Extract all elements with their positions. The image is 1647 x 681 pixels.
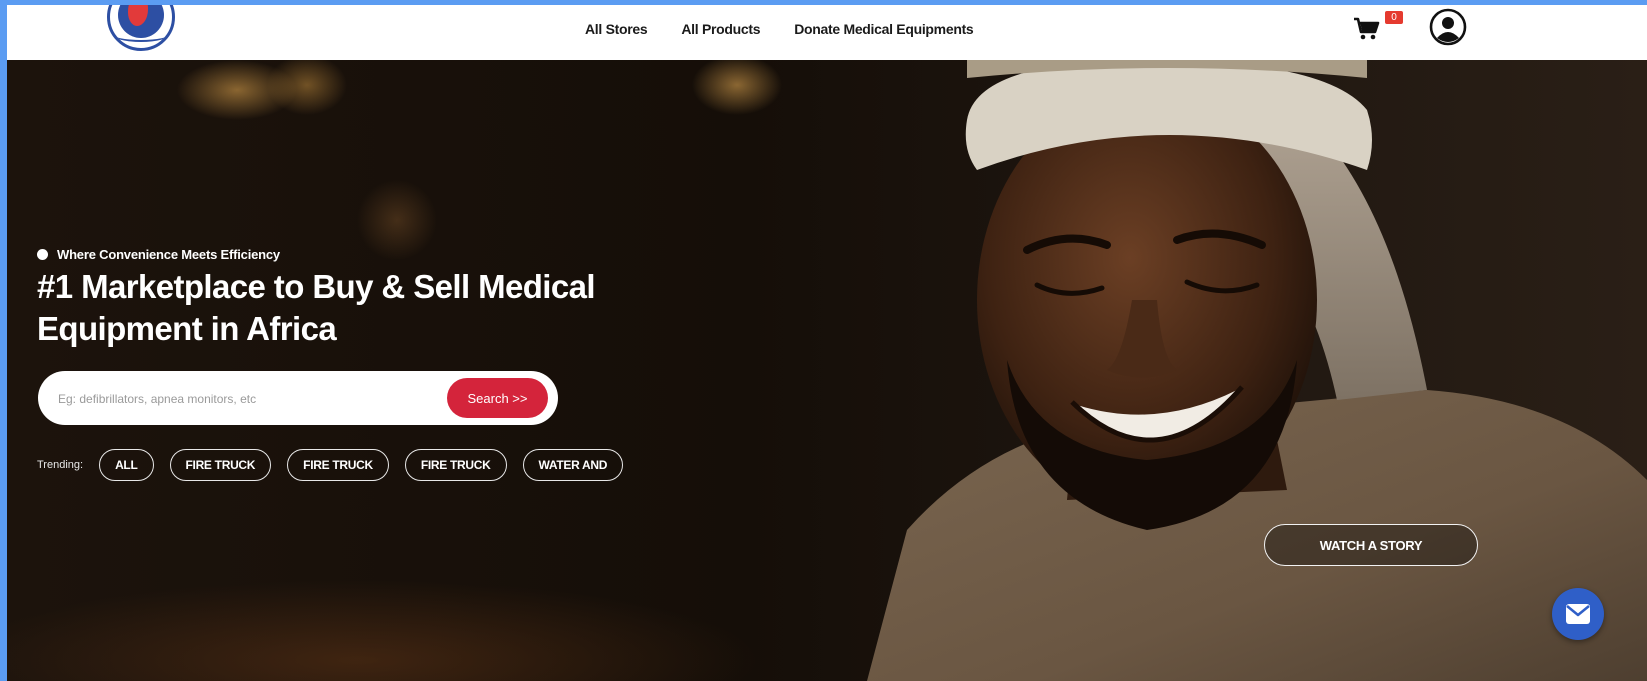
hero-banner: Where Convenience Meets Efficiency #1 Ma… — [7, 60, 1647, 681]
tagline-text: Where Convenience Meets Efficiency — [57, 247, 280, 262]
hero-person-image — [867, 60, 1647, 681]
nav-donate-medical-equipments[interactable]: Donate Medical Equipments — [794, 21, 974, 37]
trending-chip-water-and[interactable]: WATER AND — [522, 449, 624, 481]
trending-chip-fire-truck-2[interactable]: FIRE TRUCK — [287, 449, 389, 481]
trending-chip-fire-truck-1[interactable]: FIRE TRUCK — [169, 449, 272, 481]
trending-chip-all[interactable]: ALL — [99, 449, 154, 481]
search-bar: Search >> — [38, 371, 558, 427]
nav-all-stores[interactable]: All Stores — [585, 21, 648, 37]
cart-count-badge: 0 — [1385, 11, 1403, 24]
search-button[interactable]: Search >> — [447, 378, 548, 418]
watch-story-button[interactable]: WATCH A STORY — [1264, 524, 1478, 566]
account-button[interactable] — [1429, 8, 1467, 46]
browser-viewport: All Stores All Products Donate Medical E… — [7, 5, 1647, 681]
cart-button[interactable]: 0 — [1353, 11, 1403, 45]
user-circle-icon — [1429, 8, 1467, 46]
headline-line-1: #1 Marketplace to Buy & Sell Medical — [37, 268, 596, 305]
search-input[interactable] — [56, 371, 430, 427]
chat-widget-button[interactable] — [1552, 588, 1604, 640]
trending-chip-fire-truck-3[interactable]: FIRE TRUCK — [404, 449, 507, 481]
hero-tagline: Where Convenience Meets Efficiency — [37, 247, 280, 262]
main-nav: All Stores All Products Donate Medical E… — [585, 5, 974, 53]
mail-icon — [1566, 604, 1590, 624]
headline-line-2: Equipment in Africa — [37, 310, 337, 347]
trending-tags: Trending: ALL FIRE TRUCK FIRE TRUCK FIRE… — [37, 448, 624, 482]
hero-headline: #1 Marketplace to Buy & Sell Medical Equ… — [37, 266, 677, 350]
brand-logo[interactable] — [107, 5, 175, 51]
trending-label: Trending: — [37, 459, 84, 471]
cart-icon — [1354, 17, 1380, 40]
bullet-dot-icon — [37, 249, 48, 260]
nav-all-products[interactable]: All Products — [681, 21, 760, 37]
logo-ring — [112, 26, 170, 42]
site-header: All Stores All Products Donate Medical E… — [7, 5, 1647, 60]
